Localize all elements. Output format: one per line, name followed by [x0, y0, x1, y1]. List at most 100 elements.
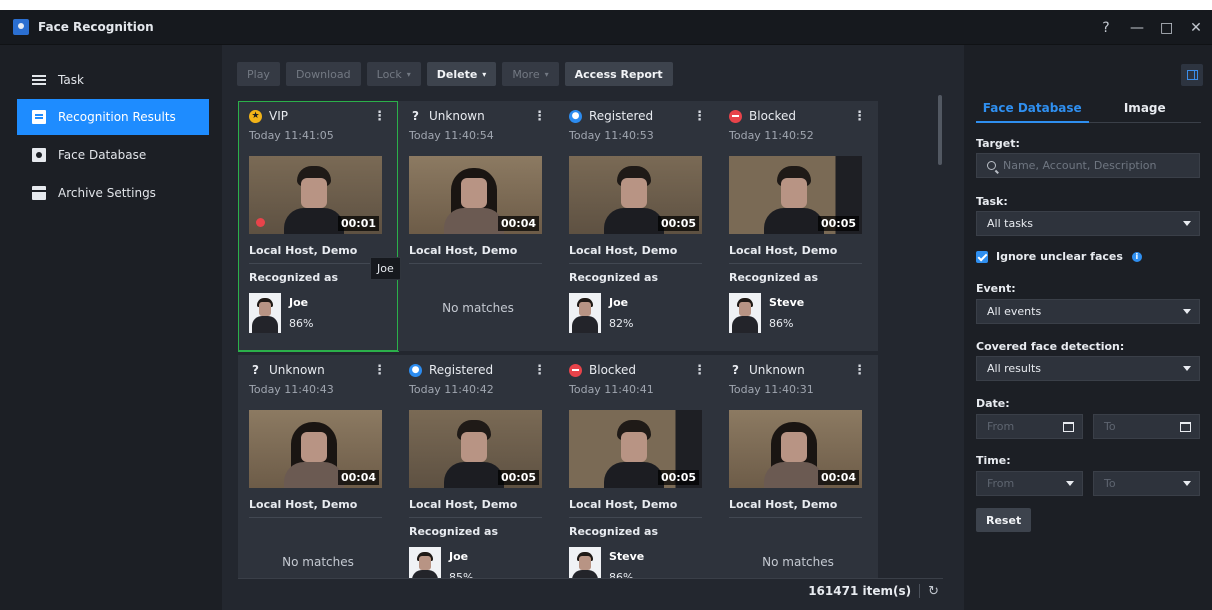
- date-from-placeholder: From: [987, 420, 1015, 433]
- result-card[interactable]: Blocked ⋮ Today 11:40:41 00:05 Local Host, D…: [558, 355, 718, 578]
- card-location: Local Host, Demo: [569, 498, 678, 511]
- calendar-icon[interactable]: [1063, 422, 1074, 432]
- match-name: Steve: [609, 550, 645, 563]
- status-label: Unknown: [429, 109, 485, 123]
- result-card[interactable]: ● Registered ⋮ Today 11:40:53 00:05 Local Hos…: [558, 101, 718, 351]
- date-from-input[interactable]: From: [976, 414, 1083, 439]
- covered-label: Covered face detection:: [976, 340, 1125, 353]
- covered-value: All results: [987, 362, 1041, 375]
- clip-duration: 00:04: [337, 470, 379, 485]
- more-options-icon[interactable]: ⋮: [533, 363, 546, 378]
- match-name: Joe: [289, 296, 309, 309]
- chevron-down-icon: [1066, 481, 1074, 486]
- face-snapshot[interactable]: 00:05: [409, 410, 542, 488]
- minimize-icon[interactable]: —: [1130, 20, 1144, 36]
- match-info[interactable]: Joe 86%: [249, 293, 389, 337]
- face-snapshot[interactable]: 00:04: [729, 410, 862, 488]
- more-options-icon[interactable]: ⋮: [853, 363, 866, 378]
- more-options-icon[interactable]: ⋮: [373, 363, 386, 378]
- clip-duration: 00:05: [657, 470, 699, 485]
- sidebar-item-task[interactable]: Task: [17, 62, 209, 98]
- status-label: Registered: [589, 109, 654, 123]
- card-status: ? Unknown: [249, 363, 325, 377]
- more-options-icon[interactable]: ⋮: [533, 109, 546, 124]
- face-snapshot[interactable]: 00:05: [569, 156, 702, 234]
- calendar-icon[interactable]: [1180, 422, 1191, 432]
- face-snapshot[interactable]: 00:01: [249, 156, 382, 234]
- results-main: Play Download Lock ▾ Delete ▾ More ▾ Access…: [222, 45, 964, 610]
- blocked-status-icon: [569, 363, 582, 377]
- status-label: Unknown: [749, 363, 805, 377]
- reset-button[interactable]: Reset: [976, 508, 1032, 532]
- sidebar-item-recognition-results[interactable]: Recognition Results: [17, 99, 209, 135]
- card-location: Local Host, Demo: [569, 244, 678, 257]
- match-info[interactable]: Joe 82%: [569, 293, 709, 337]
- clip-duration: 00:04: [817, 470, 859, 485]
- match-percent: 86%: [769, 317, 794, 330]
- lock-button[interactable]: Lock ▾: [366, 62, 421, 86]
- help-icon[interactable]: ?: [1100, 20, 1112, 36]
- maximize-icon[interactable]: □: [1160, 20, 1173, 36]
- status-label: Blocked: [589, 363, 637, 377]
- match-info[interactable]: Steve 86%: [729, 293, 869, 337]
- face-snapshot[interactable]: 00:05: [729, 156, 862, 234]
- target-search-input[interactable]: Name, Account, Description: [976, 153, 1200, 178]
- more-options-icon[interactable]: ⋮: [853, 109, 866, 124]
- event-select[interactable]: All events: [976, 299, 1200, 324]
- card-location: Local Host, Demo: [729, 244, 838, 257]
- more-button[interactable]: More ▾: [502, 62, 559, 86]
- card-status: ? Unknown: [409, 109, 485, 123]
- face-snapshot-person: [604, 420, 664, 488]
- match-photo: [409, 547, 441, 578]
- task-select[interactable]: All tasks: [976, 211, 1200, 236]
- match-info[interactable]: Steve 86%: [569, 547, 709, 578]
- vip-status-icon: ★: [249, 109, 262, 123]
- result-card[interactable]: ? Unknown ⋮ Today 11:40:54 00:04 Local Host, …: [398, 101, 558, 351]
- card-timestamp: Today 11:40:52: [729, 129, 814, 142]
- search-icon: [987, 161, 996, 170]
- result-card[interactable]: ? Unknown ⋮ Today 11:40:31 00:04 Local Host, …: [718, 355, 878, 578]
- time-from-select[interactable]: From: [976, 471, 1083, 496]
- result-card[interactable]: ★ VIP ⋮ Today 11:41:05 00:01 Local Host, Demo…: [238, 101, 399, 352]
- sidebar-item-label: Recognition Results: [58, 110, 176, 124]
- time-to-select[interactable]: To: [1093, 471, 1200, 496]
- close-icon[interactable]: ✕: [1190, 20, 1202, 36]
- result-card[interactable]: ? Unknown ⋮ Today 11:40:43 00:04 Local Host, …: [238, 355, 398, 578]
- panel-toggle-icon[interactable]: [1181, 64, 1203, 86]
- tab-face-database[interactable]: Face Database: [976, 101, 1089, 123]
- match-info[interactable]: Joe 85%: [409, 547, 549, 578]
- refresh-icon[interactable]: ↻: [928, 584, 939, 599]
- more-options-icon[interactable]: ⋮: [693, 109, 706, 124]
- results-footer: 161471 item(s) ↻: [238, 578, 943, 603]
- more-options-icon[interactable]: ⋮: [693, 363, 706, 378]
- result-card[interactable]: ● Registered ⋮ Today 11:40:42 00:05 Local Hos…: [398, 355, 558, 578]
- status-label: Registered: [429, 363, 494, 377]
- result-card[interactable]: Blocked ⋮ Today 11:40:52 00:05 Local Host, D…: [718, 101, 878, 351]
- ignore-unclear-row[interactable]: Ignore unclear faces i: [976, 250, 1142, 263]
- chevron-down-icon: [1183, 221, 1191, 226]
- covered-select[interactable]: All results: [976, 356, 1200, 381]
- sidebar-item-archive-settings[interactable]: Archive Settings: [17, 175, 209, 211]
- face-snapshot[interactable]: 00:04: [409, 156, 542, 234]
- tab-image[interactable]: Image: [1089, 101, 1202, 123]
- tooltip: Joe: [370, 257, 401, 280]
- face-snapshot[interactable]: 00:05: [569, 410, 702, 488]
- sidebar-item-face-database[interactable]: Face Database: [17, 137, 209, 173]
- chevron-down-icon: [1183, 481, 1191, 486]
- match-percent: 85%: [449, 571, 474, 578]
- info-icon[interactable]: i: [1131, 251, 1142, 262]
- document-icon: [32, 110, 46, 124]
- more-options-icon[interactable]: ⋮: [373, 109, 386, 124]
- ignore-unclear-checkbox[interactable]: [976, 250, 988, 263]
- clip-duration: 00:05: [497, 470, 539, 485]
- face-snapshot[interactable]: 00:04: [249, 410, 382, 488]
- match-percent: 82%: [609, 317, 634, 330]
- grid-scrollbar[interactable]: [938, 95, 942, 165]
- date-to-input[interactable]: To: [1093, 414, 1200, 439]
- delete-button[interactable]: Delete ▾: [426, 62, 497, 86]
- sidebar-item-label: Task: [58, 73, 84, 87]
- play-button[interactable]: Play: [237, 62, 280, 86]
- face-snapshot-person: [764, 166, 824, 234]
- download-button[interactable]: Download: [285, 62, 361, 86]
- access-report-button[interactable]: Access Report: [564, 62, 673, 86]
